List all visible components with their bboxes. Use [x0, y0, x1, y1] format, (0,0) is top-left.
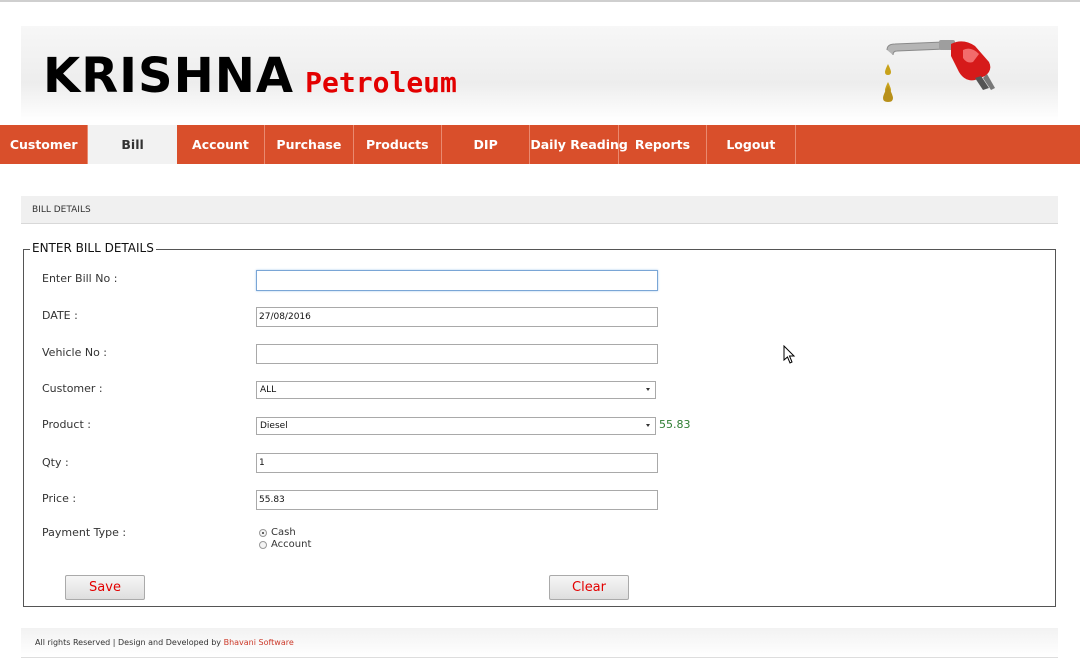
main-nav: Customer Bill Account Purchase Products … — [0, 125, 1080, 164]
product-rate: 55.83 — [659, 418, 691, 431]
logo-brand: KRISHNA — [43, 48, 295, 104]
payment-account-option[interactable]: Account — [259, 539, 311, 550]
qty-input[interactable] — [256, 453, 658, 473]
nav-account[interactable]: Account — [177, 125, 266, 164]
nav-products[interactable]: Products — [354, 125, 442, 164]
payment-cash-option[interactable]: Cash — [259, 527, 296, 538]
date-input[interactable] — [256, 307, 658, 327]
site-header: KRISHNA Petroleum — [21, 26, 1058, 121]
customer-label: Customer : — [42, 382, 103, 395]
fuel-nozzle-icon — [883, 40, 995, 102]
nav-customer[interactable]: Customer — [0, 125, 89, 164]
customer-select[interactable]: ALL — [256, 381, 656, 399]
fieldset-legend: ENTER BILL DETAILS — [30, 241, 156, 255]
radio-cash-label: Cash — [271, 527, 296, 538]
price-input[interactable] — [256, 490, 658, 510]
nav-bill[interactable]: Bill — [88, 125, 177, 164]
radio-account[interactable] — [259, 540, 267, 549]
qty-label: Qty : — [42, 456, 69, 469]
bill-no-label: Enter Bill No : — [42, 272, 118, 285]
save-button[interactable]: Save — [65, 575, 145, 600]
chevron-down-icon — [646, 424, 650, 427]
window-top-border — [0, 0, 1080, 2]
product-label: Product : — [42, 418, 91, 431]
footer-text: All rights Reserved | Design and Develop… — [35, 638, 224, 647]
mouse-cursor-icon — [783, 345, 796, 364]
date-label: DATE : — [42, 309, 78, 322]
vehicle-no-input[interactable] — [256, 344, 658, 364]
product-select-value: Diesel — [260, 421, 288, 431]
radio-cash[interactable] — [259, 528, 267, 537]
customer-select-value: ALL — [260, 385, 277, 395]
chevron-down-icon — [646, 388, 650, 391]
nav-dip[interactable]: DIP — [442, 125, 531, 164]
radio-account-label: Account — [271, 539, 312, 550]
nav-logout[interactable]: Logout — [707, 125, 796, 164]
nav-reports[interactable]: Reports — [619, 125, 708, 164]
price-label: Price : — [42, 492, 77, 505]
nav-daily-reading[interactable]: Daily Reading — [530, 125, 628, 164]
footer-company-link[interactable]: Bhavani Software — [224, 638, 294, 647]
logo: KRISHNA Petroleum — [43, 48, 457, 104]
product-select[interactable]: Diesel — [256, 417, 656, 435]
site-footer: All rights Reserved | Design and Develop… — [21, 628, 1058, 658]
logo-subtitle: Petroleum — [305, 66, 457, 99]
bill-no-input[interactable] — [256, 270, 658, 291]
payment-type-label: Payment Type : — [42, 526, 127, 539]
nav-purchase[interactable]: Purchase — [265, 125, 354, 164]
section-title: BILL DETAILS — [21, 196, 1058, 224]
vehicle-no-label: Vehicle No : — [42, 346, 107, 359]
clear-button[interactable]: Clear — [549, 575, 629, 600]
